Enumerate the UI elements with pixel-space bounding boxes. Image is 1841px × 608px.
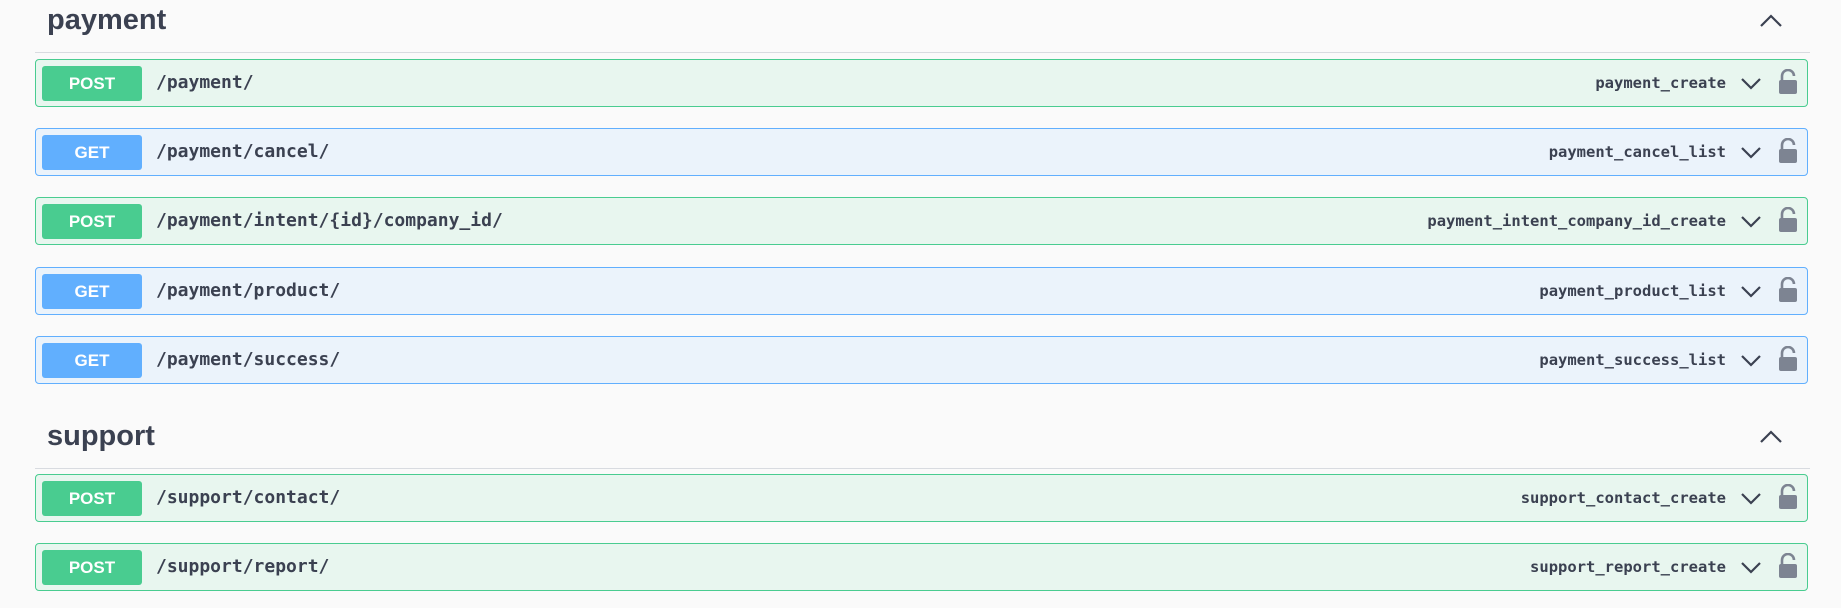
method-badge: POST [42,481,142,516]
operation-row[interactable]: POST /payment/intent/{id}/company_id/ pa… [35,197,1808,245]
operation-id: support_report_create [1530,558,1726,576]
operation-id: payment_product_list [1539,282,1726,300]
section-title: payment [47,4,167,36]
operation-id: payment_success_list [1539,351,1726,369]
operation-path: /support/contact/ [156,487,341,508]
operation-id: payment_create [1595,74,1726,92]
lock-open-icon[interactable] [1777,207,1799,233]
method-badge: POST [42,550,142,585]
method-badge: GET [42,343,142,378]
operation-path: /payment/intent/{id}/company_id/ [156,210,503,231]
chevron-up-icon[interactable] [1756,6,1786,36]
chevron-down-icon[interactable] [1739,279,1763,303]
lock-open-icon[interactable] [1777,69,1799,95]
operation-path: /payment/product/ [156,280,341,301]
chevron-down-icon[interactable] [1739,209,1763,233]
operation-row[interactable]: POST /payment/ payment_create [35,59,1808,107]
method-badge: GET [42,274,142,309]
operation-id: payment_intent_company_id_create [1427,212,1726,230]
chevron-down-icon[interactable] [1739,71,1763,95]
operation-id: support_contact_create [1520,489,1726,507]
operation-row[interactable]: POST /support/report/ support_report_cre… [35,543,1808,591]
chevron-down-icon[interactable] [1739,555,1763,579]
operation-id: payment_cancel_list [1548,143,1726,161]
operation-path: /support/report/ [156,556,330,577]
operation-row[interactable]: POST /support/contact/ support_contact_c… [35,474,1808,522]
lock-open-icon[interactable] [1777,277,1799,303]
method-badge: GET [42,135,142,170]
chevron-up-icon[interactable] [1756,422,1786,452]
chevron-down-icon[interactable] [1739,348,1763,372]
lock-open-icon[interactable] [1777,346,1799,372]
section-header-payment[interactable]: payment [35,0,1810,53]
operation-path: /payment/ [156,72,254,93]
lock-open-icon[interactable] [1777,138,1799,164]
method-badge: POST [42,204,142,239]
section-header-support[interactable]: support [35,416,1810,469]
operation-row[interactable]: GET /payment/cancel/ payment_cancel_list [35,128,1808,176]
section-title: support [47,420,155,452]
swagger-operations-page: payment POST /payment/ payment_create GE… [0,0,1841,608]
lock-open-icon[interactable] [1777,553,1799,579]
method-badge: POST [42,66,142,101]
lock-open-icon[interactable] [1777,484,1799,510]
operation-path: /payment/success/ [156,349,341,370]
chevron-down-icon[interactable] [1739,140,1763,164]
operation-row[interactable]: GET /payment/product/ payment_product_li… [35,267,1808,315]
chevron-down-icon[interactable] [1739,486,1763,510]
operation-row[interactable]: GET /payment/success/ payment_success_li… [35,336,1808,384]
operation-path: /payment/cancel/ [156,141,330,162]
